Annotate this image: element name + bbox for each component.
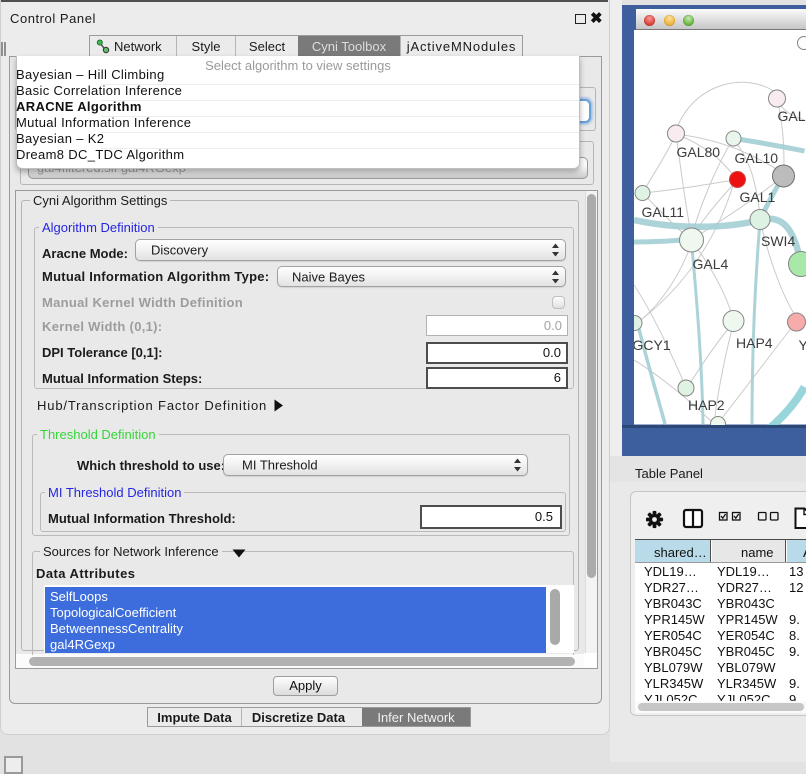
svg-text:HAP2: HAP2 xyxy=(688,397,725,413)
svg-text:GAL: GAL xyxy=(778,108,806,124)
svg-text:HAP4: HAP4 xyxy=(736,335,773,351)
svg-text:GAL11: GAL11 xyxy=(642,204,685,220)
svg-text:GAL10: GAL10 xyxy=(735,150,779,166)
svg-text:GAL4: GAL4 xyxy=(693,256,729,272)
svg-text:GAL1: GAL1 xyxy=(740,189,776,205)
svg-text:GCY1: GCY1 xyxy=(634,337,671,353)
svg-text:GAL80: GAL80 xyxy=(677,144,721,160)
svg-text:SWI4: SWI4 xyxy=(761,233,795,249)
svg-text:Y: Y xyxy=(799,337,806,353)
